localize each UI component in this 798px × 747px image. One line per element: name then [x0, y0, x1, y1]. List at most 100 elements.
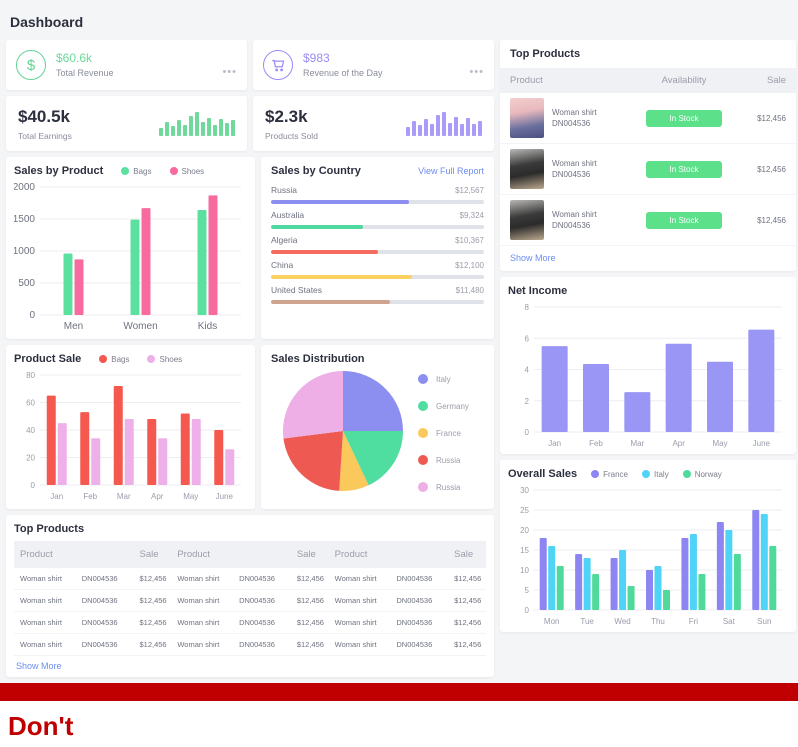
chart-bar — [46, 395, 56, 485]
svg-text:6: 6 — [525, 334, 530, 343]
chart-bar — [610, 558, 618, 610]
progress-track — [271, 250, 484, 254]
kpi-card-total-revenue[interactable]: $ $60.6k Total Revenue ••• — [6, 40, 247, 90]
legend-france[interactable]: France — [591, 470, 628, 479]
panel-net-income: Net Income 0 2 4 6 8 Jan Feb Mar Apr May June — [500, 277, 796, 454]
panel-title: Overall Sales — [508, 468, 578, 480]
svg-text:2: 2 — [525, 397, 530, 406]
legend-bags[interactable]: Bags — [99, 355, 129, 364]
table-row[interactable]: Woman shirt DN004536 In Stock $12,456 — [500, 93, 796, 144]
svg-text:Jan: Jan — [50, 492, 63, 501]
sparkline-bar — [195, 111, 199, 136]
table-cell: $12,456 — [454, 596, 482, 605]
pie-slice[interactable] — [283, 371, 343, 439]
kpi-row: $ $60.6k Total Revenue ••• $40.5k Total … — [6, 40, 494, 151]
column-header-availability: Availability — [661, 75, 707, 86]
status-badge: In Stock — [646, 160, 722, 178]
legend-norway[interactable]: Norway — [682, 470, 722, 479]
legend-dot — [591, 470, 600, 478]
table-row[interactable]: Woman shirt DN004536 In Stock $12,456 — [500, 144, 796, 195]
kpi-menu-icon[interactable]: ••• — [469, 66, 484, 78]
chart-bar — [752, 510, 760, 610]
chart-canvas: 0 2 4 6 8 Jan Feb Mar Apr May June — [525, 303, 782, 448]
column-spacer — [233, 541, 291, 568]
legend-italy[interactable]: Italy — [642, 470, 669, 479]
legend-shoes[interactable]: Shoes — [169, 167, 204, 176]
chart-bar — [91, 438, 101, 485]
mid-row: Sales by Product Bags Shoes 0 500 1000 1500… — [6, 157, 494, 339]
product-name: Woman shirt — [552, 108, 597, 117]
country-row[interactable]: Algeria $10,367 — [271, 233, 484, 258]
country-row[interactable]: Australia $9,324 — [271, 208, 484, 233]
table-row[interactable]: Woman shirt DN004536 $12,456 Woman shirt DN0… — [14, 634, 486, 656]
red-divider-bar — [0, 683, 798, 701]
progress-fill — [271, 300, 391, 304]
panel-sales-by-product: Sales by Product Bags Shoes 0 500 1000 1500… — [6, 157, 255, 339]
table-row[interactable]: Woman shirt DN004536 $12,456 Woman shirt DN0… — [14, 612, 486, 634]
chart-bar — [583, 364, 609, 432]
svg-text:Sat: Sat — [723, 617, 736, 626]
product-thumbnail — [510, 200, 544, 240]
chart-bar — [592, 574, 600, 610]
legend-dot — [418, 428, 428, 438]
table-row[interactable]: Woman shirt DN004536 $12,456 Woman shirt DN0… — [14, 590, 486, 612]
kpi-label: Total Revenue — [56, 67, 114, 78]
panel-title: Product Sale — [14, 353, 82, 365]
kpi-value: $2.3k — [265, 106, 308, 126]
svg-text:40: 40 — [26, 426, 35, 435]
chart-bar — [539, 538, 547, 610]
legend-dot — [169, 167, 178, 175]
chart-bar — [130, 219, 140, 315]
sparkline-bar — [424, 118, 428, 136]
kpi-card-products-sold[interactable]: $2.3k Products Sold — [253, 96, 494, 151]
table-cell: Woman shirt — [20, 618, 62, 627]
chart-bar — [646, 570, 653, 610]
svg-text:Jan: Jan — [548, 439, 561, 448]
country-row[interactable]: Russia $12,567 — [271, 183, 484, 208]
kpi-card-total-earnings[interactable]: $40.5k Total Earnings — [6, 96, 247, 151]
product-name: Woman shirt — [552, 210, 597, 219]
pie-slice[interactable] — [343, 371, 403, 431]
kpi-value: $40.5k — [18, 106, 70, 126]
sparkline-bar — [448, 122, 452, 136]
chart-bar — [80, 412, 90, 485]
svg-text:Kids: Kids — [198, 321, 217, 332]
table-cell: DN004536 — [81, 574, 118, 583]
table-row[interactable]: Woman shirt DN004536 In Stock $12,456 — [500, 195, 796, 246]
kpi-label: Revenue of the Day — [303, 67, 383, 78]
product-sale: $12,456 — [757, 164, 786, 174]
legend-dot — [121, 167, 130, 175]
country-value: $12,100 — [455, 261, 484, 270]
chart-sales-by-product: 0 500 1000 1500 2000 Men Women Kids — [14, 177, 247, 335]
chart-bar — [769, 546, 777, 610]
sparkline-bar — [418, 124, 422, 136]
table-cell: DN004536 — [396, 618, 433, 627]
chart-bar — [733, 554, 741, 610]
view-full-report-link[interactable]: View Full Report — [418, 166, 484, 176]
legend-shoes[interactable]: Shoes — [147, 355, 182, 364]
legend-label: Shoes — [159, 354, 183, 364]
legend-label: Germany — [436, 402, 469, 411]
svg-text:Feb: Feb — [83, 492, 97, 501]
country-name: Algeria — [271, 235, 298, 245]
country-row[interactable]: China $12,100 — [271, 258, 484, 283]
show-more-link[interactable]: Show More — [14, 656, 486, 673]
table-cell: $12,456 — [296, 574, 324, 583]
table-cell: Woman shirt — [20, 574, 62, 583]
kpi-menu-icon[interactable]: ••• — [222, 66, 237, 78]
svg-text:Mar: Mar — [630, 439, 644, 448]
chart-bar — [663, 590, 670, 610]
legend-dot — [682, 470, 691, 478]
product-sku: DN004536 — [552, 221, 591, 230]
pie-slice[interactable] — [283, 431, 343, 491]
show-more-link[interactable]: Show More — [500, 246, 796, 271]
chart-net-income: 0 2 4 6 8 Jan Feb Mar Apr May June — [508, 297, 788, 452]
country-row[interactable]: United States $11,480 — [271, 283, 484, 308]
cart-icon — [263, 50, 293, 80]
table-row[interactable]: Woman shirt DN004536 $12,456 Woman shirt DN0… — [14, 568, 486, 590]
column-header: Product — [177, 549, 211, 560]
kpi-card-revenue-of-day[interactable]: $983 Revenue of the Day ••• — [253, 40, 494, 90]
legend-bags[interactable]: Bags — [121, 167, 152, 176]
legend-dot — [418, 401, 428, 411]
kpi-amount: $983 — [303, 50, 330, 65]
